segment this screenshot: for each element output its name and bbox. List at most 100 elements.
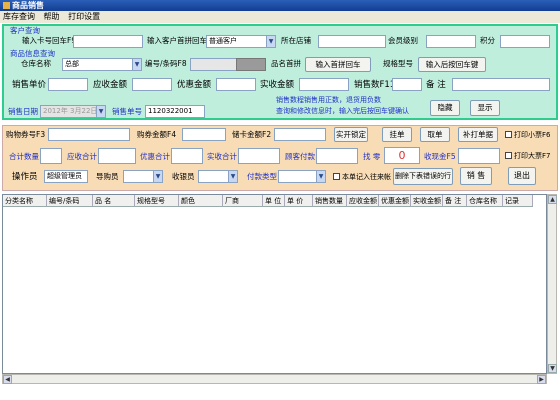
col-qty[interactable]: 销售数量 — [313, 195, 347, 206]
pay-type-select[interactable]: ▼ — [278, 170, 326, 183]
col-name[interactable]: 品 名 — [93, 195, 135, 206]
hang-order-button[interactable]: 挂单 — [382, 127, 412, 142]
sell-button[interactable]: 销 售 — [460, 167, 492, 185]
total-receivable-label: 应收合计 — [67, 152, 97, 161]
col-spec[interactable]: 规格型号 — [135, 195, 179, 206]
discount-total-input[interactable] — [171, 148, 203, 164]
card-label: 输入卡号回车F9 — [22, 36, 77, 45]
change-value: 0 — [384, 147, 420, 164]
exit-button[interactable]: 退出 — [508, 167, 536, 185]
total-receivable-input[interactable] — [98, 148, 136, 164]
hide-button[interactable]: 隐藏 — [430, 100, 460, 116]
reprint-button[interactable]: 补打单据 — [458, 127, 498, 142]
store-input[interactable] — [318, 35, 386, 48]
operator-input[interactable]: 超级管理员 — [44, 170, 88, 183]
col-code[interactable]: 编号/条码 — [47, 195, 93, 206]
paid-total-input[interactable] — [238, 148, 280, 164]
points-input[interactable] — [500, 35, 550, 48]
salesman-select[interactable]: ▼ — [123, 170, 163, 183]
unit-price-input[interactable] — [48, 78, 88, 91]
customer-type-select[interactable]: 普通客户 ▼ — [206, 35, 276, 48]
card-input[interactable] — [73, 35, 143, 48]
menu-inventory[interactable]: 库存查询 — [3, 12, 35, 21]
paid-label: 实收金额 — [260, 80, 295, 90]
order-label: 销售单号 — [112, 107, 142, 116]
dropdown-icon[interactable]: ▼ — [228, 171, 237, 182]
col-warehouse[interactable]: 仓库名称 — [467, 195, 503, 206]
menu-print-settings[interactable]: 打印设置 — [68, 12, 100, 21]
unit-price-label: 销售单价 — [12, 80, 47, 90]
dropdown-icon[interactable]: ▼ — [266, 36, 275, 47]
horizontal-scrollbar[interactable]: ◀ ▶ — [2, 374, 547, 384]
col-color[interactable]: 颜色 — [179, 195, 223, 206]
sales-grid[interactable]: 分类名称 编号/条码 品 名 规格型号 颜色 厂商 单 位 单 价 销售数量 应… — [2, 194, 547, 374]
scroll-left-icon[interactable]: ◀ — [3, 375, 12, 384]
receivable-input[interactable] — [132, 78, 172, 91]
record-account-checkbox[interactable] — [333, 173, 340, 180]
discount-total-label: 优惠合计 — [140, 152, 170, 161]
scroll-down-icon[interactable]: ▼ — [548, 364, 557, 373]
received-label: 收现金F5 — [424, 152, 456, 161]
show-button[interactable]: 显示 — [470, 100, 500, 116]
dropdown-icon[interactable]: ▼ — [316, 171, 325, 182]
warehouse-select[interactable]: 总部 ▼ — [62, 58, 142, 71]
remark-input[interactable] — [452, 78, 550, 91]
card-amount-input[interactable] — [274, 128, 326, 141]
app-icon — [3, 2, 10, 9]
take-order-button[interactable]: 取单 — [420, 127, 450, 142]
print-small-checkbox[interactable] — [505, 131, 512, 138]
col-category[interactable]: 分类名称 — [3, 195, 47, 206]
record-account-label: 本单记入往来帐 — [342, 173, 391, 181]
menu-help[interactable]: 帮助 — [44, 12, 60, 21]
dropdown-icon[interactable]: ▼ — [96, 106, 105, 117]
date-picker[interactable]: 2012年 3月22日 ▼ — [40, 105, 106, 118]
col-discount[interactable]: 优惠金额 — [379, 195, 411, 206]
col-unit[interactable]: 单 位 — [263, 195, 285, 206]
shop-card-input[interactable] — [48, 128, 130, 141]
received-input[interactable] — [458, 148, 500, 164]
name-pinyin-button[interactable]: 输入首拼回车 — [305, 57, 371, 72]
qty-label: 销售数F11 — [354, 80, 396, 90]
delete-row-button[interactable]: 删除下表错误的行 — [393, 168, 453, 185]
scroll-up-icon[interactable]: ▲ — [548, 195, 557, 204]
dropdown-icon[interactable]: ▼ — [153, 171, 162, 182]
qty-input[interactable] — [392, 78, 422, 91]
date-label: 销售日期 — [8, 107, 38, 116]
operator-label: 操作员 — [12, 172, 38, 182]
col-record[interactable]: 记录 — [503, 195, 533, 206]
goods-query-title: 商品信息查询 — [10, 49, 55, 58]
col-remark[interactable]: 备 注 — [443, 195, 467, 206]
col-receivable[interactable]: 应收金额 — [347, 195, 379, 206]
card-amount-label: 储卡金额F2 — [232, 130, 272, 139]
customer-pay-label: 顾客付款 — [285, 152, 315, 161]
scroll-right-icon[interactable]: ▶ — [537, 375, 546, 384]
cashier-label: 收银员 — [172, 172, 195, 181]
col-vendor[interactable]: 厂商 — [223, 195, 263, 206]
print-big-checkbox[interactable] — [505, 152, 512, 159]
print-small-label: 打印小票F6 — [514, 131, 551, 139]
customer-type-value: 普通客户 — [209, 37, 237, 45]
paid-input[interactable] — [299, 78, 349, 91]
cashier-select[interactable]: ▼ — [198, 170, 238, 183]
col-paid[interactable]: 实收金额 — [411, 195, 443, 206]
level-input[interactable] — [426, 35, 476, 48]
warehouse-label: 仓库名称 — [21, 59, 51, 68]
date-value: 2012年 3月22日 — [43, 107, 98, 115]
salesman-label: 导购员 — [96, 172, 119, 181]
customer-pay-input[interactable] — [316, 148, 358, 164]
col-price[interactable]: 单 价 — [285, 195, 313, 206]
spec-enter-button[interactable]: 输入后按回车键 — [418, 57, 486, 72]
vertical-scrollbar[interactable]: ▲ ▼ — [547, 194, 557, 374]
customer-query-title: 客户查询 — [10, 26, 40, 35]
dropdown-icon[interactable]: ▼ — [132, 59, 141, 70]
discount-input[interactable] — [216, 78, 256, 91]
paid-total-label: 实收合计 — [207, 152, 237, 161]
total-qty-input[interactable] — [40, 148, 62, 164]
note-line1: 销售数程销售用正数，退货用负数 — [276, 96, 381, 104]
discount-label: 优惠金额 — [177, 80, 212, 90]
real-lock-button[interactable]: 实开锁定 — [334, 127, 368, 142]
title-bar: 商品销售 — [0, 0, 560, 11]
remark-label: 备 注 — [426, 80, 446, 90]
order-number[interactable]: 1120322001 — [145, 105, 205, 118]
shop-amount-input[interactable] — [182, 128, 226, 141]
